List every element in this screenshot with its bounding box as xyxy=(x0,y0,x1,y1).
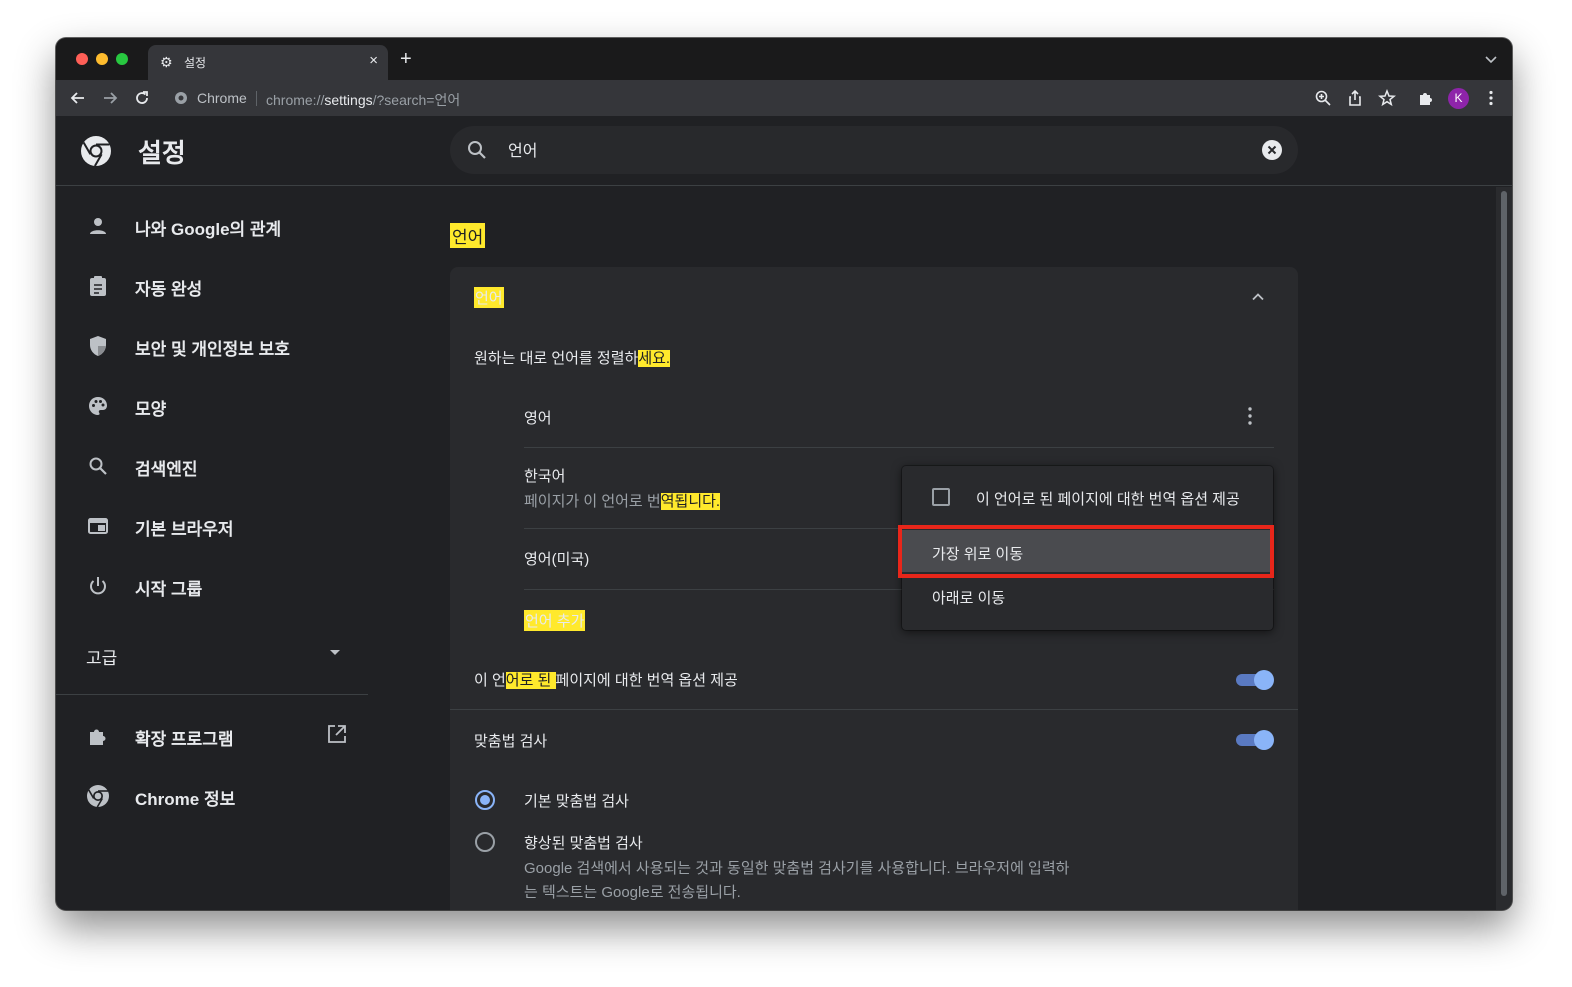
bookmark-star-icon[interactable] xyxy=(1378,89,1396,107)
share-icon[interactable] xyxy=(1346,89,1364,107)
browser-window: ⚙ 설정 × + Chrome chrome://settings/?searc… xyxy=(56,38,1512,910)
profile-avatar[interactable]: K xyxy=(1448,88,1469,109)
enhanced-spellcheck-label: 향상된 맞춤법 검사 xyxy=(524,835,643,852)
tab-strip: ⚙ 설정 × + xyxy=(56,38,1512,80)
chrome-site-icon xyxy=(174,91,188,105)
omnibox-separator xyxy=(256,91,257,106)
caret-down-icon xyxy=(330,650,340,655)
close-window-button[interactable] xyxy=(76,53,88,65)
menu-item-offer-translate[interactable]: 이 언어로 된 페이지에 대한 번역 옵션 제공 xyxy=(902,466,1273,530)
chrome-logo-icon xyxy=(80,135,112,167)
sidebar-advanced-toggle[interactable]: 고급 xyxy=(56,630,368,678)
sidebar-item-label: 확장 프로그램 xyxy=(135,730,234,749)
search-icon xyxy=(86,454,110,478)
menu-item-label: 아래로 이동 xyxy=(932,590,1006,607)
tab-title: 설정 xyxy=(184,56,207,70)
sidebar-item-about-chrome[interactable]: Chrome 정보 xyxy=(56,771,368,819)
row-divider xyxy=(524,447,1274,448)
shield-icon xyxy=(86,334,110,358)
enhanced-spellcheck-desc: 는 텍스트는 Google로 전송됩니다. xyxy=(524,884,741,901)
language-name: 영어 xyxy=(524,410,552,427)
languages-card-header[interactable]: 언어 xyxy=(450,267,1298,325)
annotation-highlight-box xyxy=(898,525,1274,578)
sidebar-item-label: 시작 그룹 xyxy=(135,580,203,599)
spellcheck-label: 맞춤법 검사 xyxy=(474,733,548,750)
power-icon xyxy=(86,574,110,598)
tab-settings[interactable]: ⚙ 설정 × xyxy=(148,45,388,80)
row-divider xyxy=(450,709,1298,710)
sidebar-divider xyxy=(56,694,368,695)
sidebar-item-label: 기본 브라우저 xyxy=(135,520,234,539)
sidebar-item-default-browser[interactable]: 기본 브라우저 xyxy=(56,501,368,549)
sidebar-item-label: Chrome 정보 xyxy=(135,790,236,809)
sidebar-item-extensions[interactable]: 확장 프로그램 xyxy=(56,711,368,759)
sidebar-item-appearance[interactable]: 모양 xyxy=(56,381,368,429)
forward-button[interactable] xyxy=(100,88,120,108)
translate-offer-toggle[interactable] xyxy=(1234,669,1274,691)
more-actions-icon[interactable] xyxy=(1240,405,1260,427)
kebab-menu-icon[interactable] xyxy=(1482,89,1500,107)
sidebar-item-autofill[interactable]: 자동 완성 xyxy=(56,261,368,309)
sidebar-item-on-startup[interactable]: 시작 그룹 xyxy=(56,561,368,609)
chevron-up-icon[interactable] xyxy=(1250,289,1266,305)
enhanced-spellcheck-desc: Google 검색에서 사용되는 것과 동일한 맞춤법 검사기를 사용합니다. … xyxy=(524,860,1070,877)
scrollbar-thumb[interactable] xyxy=(1501,191,1507,896)
offer-translate-checkbox[interactable] xyxy=(932,488,950,506)
page-title: 설정 xyxy=(138,138,186,168)
order-hint: 원하는 대로 언어를 정렬하세요. xyxy=(474,350,671,367)
section-title: 언어 xyxy=(450,223,486,248)
url-text: chrome://settings/?search=언어 xyxy=(266,92,461,108)
gear-icon: ⚙ xyxy=(160,54,173,70)
settings-header: 설정 xyxy=(56,116,1512,186)
reload-button[interactable] xyxy=(132,88,152,108)
sidebar-item-you-and-google[interactable]: 나와 Google의 관계 xyxy=(56,201,368,249)
language-name: 한국어 xyxy=(524,468,566,485)
zoom-icon[interactable] xyxy=(1314,89,1332,107)
site-chip: Chrome xyxy=(197,90,247,106)
basic-spellcheck-radio[interactable] xyxy=(475,790,495,810)
back-button[interactable] xyxy=(68,88,88,108)
tab-close-button[interactable]: × xyxy=(369,52,378,70)
minimize-window-button[interactable] xyxy=(96,53,108,65)
new-tab-button[interactable]: + xyxy=(400,49,412,69)
enhanced-spellcheck-radio[interactable] xyxy=(475,832,495,852)
spellcheck-toggle[interactable] xyxy=(1234,729,1274,751)
extensions-puzzle-icon[interactable] xyxy=(1417,89,1435,107)
menu-item-move-down[interactable]: 아래로 이동 xyxy=(902,574,1273,618)
scrollbar[interactable] xyxy=(1496,187,1512,910)
add-language-button[interactable]: 언어 추가 xyxy=(524,610,586,631)
sidebar-item-search-engine[interactable]: 검색엔진 xyxy=(56,441,368,489)
tab-search-chevron-icon[interactable] xyxy=(1484,52,1498,66)
sidebar-item-label: 자동 완성 xyxy=(135,280,203,299)
advanced-label: 고급 xyxy=(86,649,118,668)
search-icon xyxy=(466,139,488,161)
language-name: 영어(미국) xyxy=(524,551,590,568)
browser-icon xyxy=(86,514,110,538)
menu-item-label: 이 언어로 된 페이지에 대한 번역 옵션 제공 xyxy=(976,491,1240,508)
puzzle-icon xyxy=(86,724,110,748)
palette-icon xyxy=(86,394,110,418)
translate-offer-label: 이 언어로 된 페이지에 대한 번역 옵션 제공 xyxy=(474,672,738,689)
open-in-new-icon xyxy=(326,723,348,745)
sidebar: 나와 Google의 관계 자동 완성 보안 및 개인정보 보호 모양 검색엔진 xyxy=(56,187,368,910)
sidebar-item-privacy[interactable]: 보안 및 개인정보 보호 xyxy=(56,321,368,369)
zoom-window-button[interactable] xyxy=(116,53,128,65)
chrome-icon xyxy=(86,784,110,808)
address-bar[interactable]: Chrome chrome://settings/?search=언어 xyxy=(166,85,1398,111)
language-subtext: 페이지가 이 언어로 번역됩니다. xyxy=(524,493,721,510)
sidebar-item-label: 보안 및 개인정보 보호 xyxy=(135,340,290,359)
person-icon xyxy=(86,214,110,238)
settings-search-box[interactable] xyxy=(450,126,1298,174)
search-input[interactable] xyxy=(508,140,1208,158)
sidebar-item-label: 검색엔진 xyxy=(135,460,198,479)
browser-toolbar: Chrome chrome://settings/?search=언어 K xyxy=(56,80,1512,116)
card-title: 언어 xyxy=(474,287,504,308)
basic-spellcheck-label: 기본 맞춤법 검사 xyxy=(524,793,629,810)
sidebar-item-label: 모양 xyxy=(135,400,167,419)
sidebar-item-label: 나와 Google의 관계 xyxy=(135,220,282,239)
clipboard-icon xyxy=(86,274,110,298)
clear-search-button[interactable] xyxy=(1262,140,1282,160)
